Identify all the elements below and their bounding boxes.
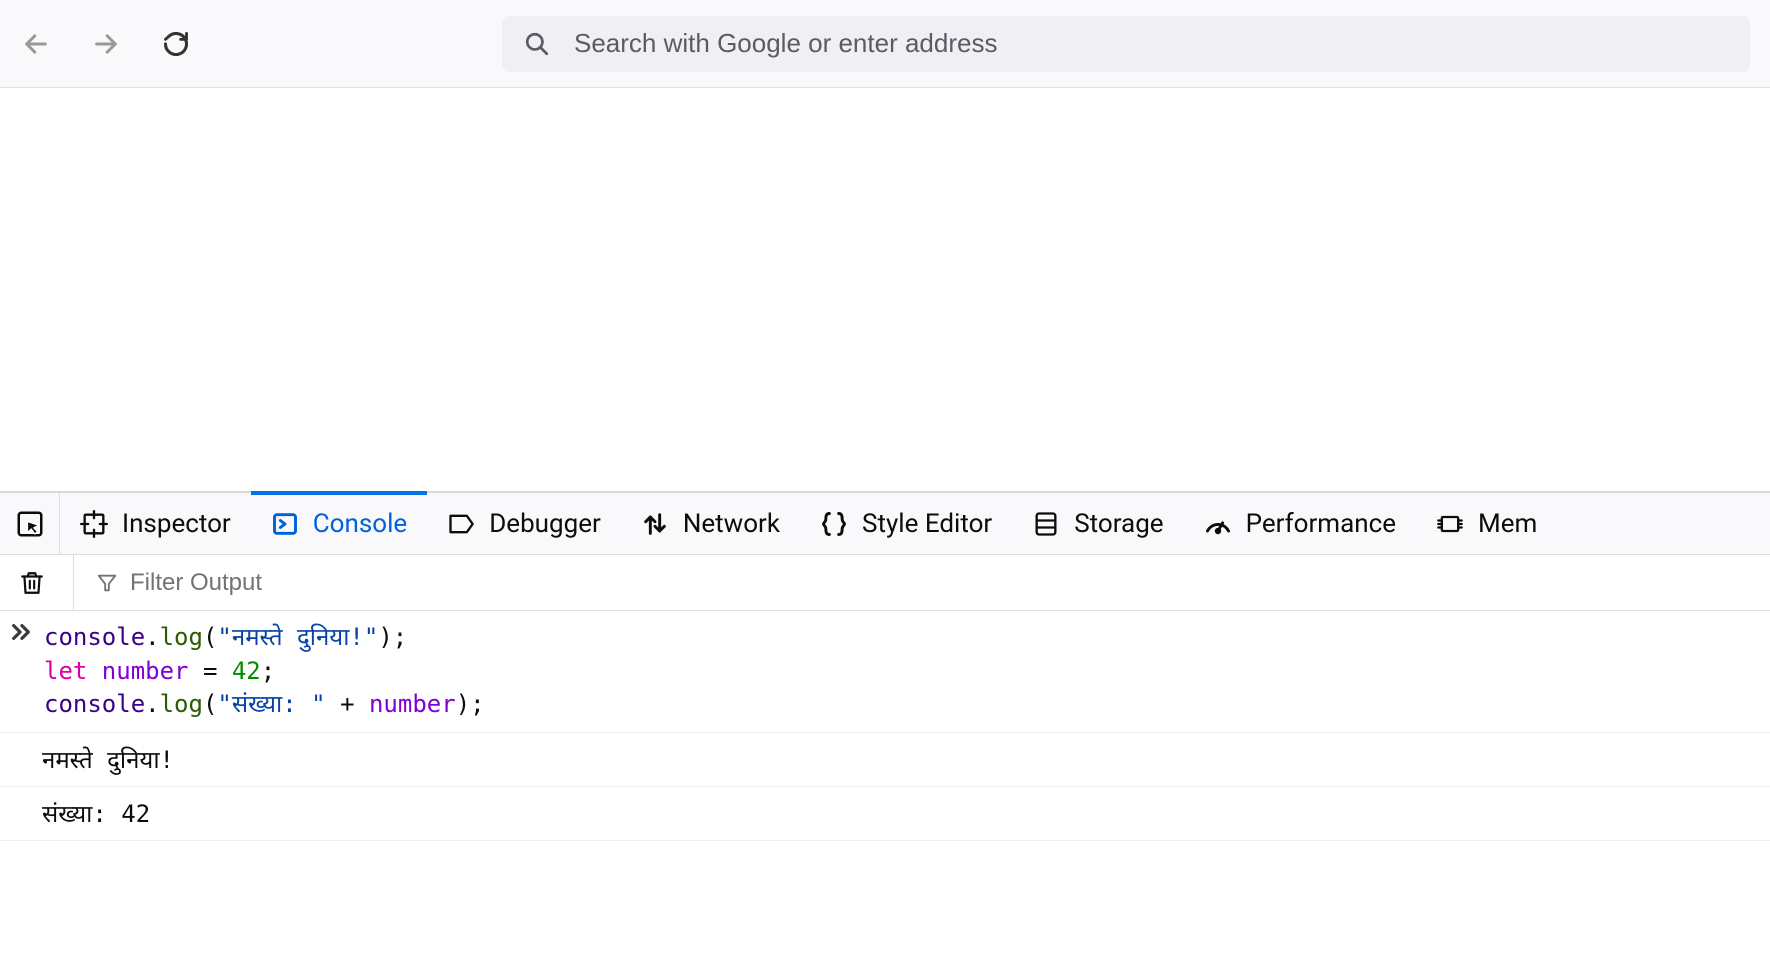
address-input[interactable] [574, 28, 1728, 59]
filter-output-input[interactable] [130, 569, 1754, 597]
tab-label: Style Editor [862, 509, 992, 539]
address-bar[interactable] [502, 16, 1750, 72]
code-line-2: let number = 42; [44, 655, 485, 689]
tab-label: Inspector [122, 509, 231, 539]
tab-label: Performance [1246, 509, 1396, 539]
inspector-icon [80, 510, 108, 538]
tab-network[interactable]: Network [621, 493, 800, 554]
tab-inspector[interactable]: Inspector [60, 493, 251, 554]
clear-console-button[interactable] [16, 567, 48, 599]
devtools-panel: Inspector Console Debugger Netwo [0, 491, 1770, 841]
console-input-block[interactable]: console.log("नमस्ते दुनिया!"); let numbe… [0, 611, 1770, 733]
tab-label: Network [683, 509, 780, 539]
console-code: console.log("नमस्ते दुनिया!"); let numbe… [44, 621, 485, 722]
page-content [0, 88, 1770, 491]
memory-icon [1436, 510, 1464, 538]
debugger-icon [447, 510, 475, 538]
back-arrow-icon [22, 30, 50, 58]
tab-performance[interactable]: Performance [1184, 493, 1416, 554]
tab-label: Debugger [489, 509, 601, 539]
nav-buttons [20, 28, 192, 60]
tab-label: Mem [1478, 509, 1537, 539]
console-output-2: संख्या: 42 [0, 787, 1770, 841]
filter-icon [96, 572, 118, 594]
forward-arrow-icon [92, 30, 120, 58]
forward-button[interactable] [90, 28, 122, 60]
tab-console[interactable]: Console [251, 493, 427, 554]
back-button[interactable] [20, 28, 52, 60]
trash-icon [19, 570, 45, 596]
search-icon [524, 31, 550, 57]
console-prompt-icon [10, 621, 32, 722]
tab-memory[interactable]: Mem [1416, 493, 1557, 554]
tab-label: Storage [1074, 509, 1163, 539]
console-output-1: नमस्ते दुनिया! [0, 733, 1770, 787]
style-editor-icon [820, 510, 848, 538]
console-icon [271, 510, 299, 538]
tab-storage[interactable]: Storage [1012, 493, 1183, 554]
picker-icon [15, 509, 45, 539]
tab-label: Console [313, 509, 407, 539]
performance-icon [1204, 510, 1232, 538]
devtools-tabs: Inspector Console Debugger Netwo [0, 493, 1770, 555]
element-picker-button[interactable] [0, 493, 60, 554]
console-controls [0, 555, 1770, 611]
tab-style-editor[interactable]: Style Editor [800, 493, 1012, 554]
reload-button[interactable] [160, 28, 192, 60]
browser-toolbar [0, 0, 1770, 88]
code-line-1: console.log("नमस्ते दुनिया!"); [44, 621, 485, 655]
filter-wrapper [73, 555, 1754, 610]
tab-debugger[interactable]: Debugger [427, 493, 621, 554]
storage-icon [1032, 510, 1060, 538]
network-icon [641, 510, 669, 538]
console-content: console.log("नमस्ते दुनिया!"); let numbe… [0, 611, 1770, 841]
code-line-3: console.log("संख्या: " + number); [44, 688, 485, 722]
